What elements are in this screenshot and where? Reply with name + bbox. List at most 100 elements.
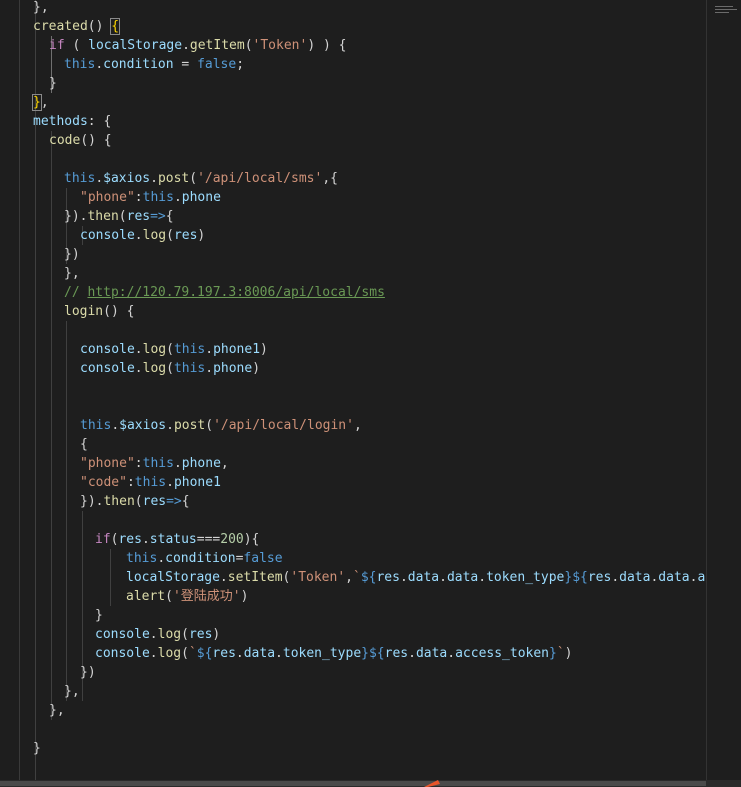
- code-line[interactable]: }).then(res=>{: [64, 207, 174, 226]
- code-token: log: [142, 342, 167, 357]
- code-area[interactable]: }, created() {if ( localStorage.getItem('…: [0, 0, 706, 780]
- code-token: 'Token': [290, 570, 346, 585]
- code-editor[interactable]: }, created() {if ( localStorage.getItem('…: [0, 0, 741, 787]
- code-token: if: [49, 38, 65, 53]
- code-token: //: [64, 285, 88, 300]
- code-line[interactable]: code() {: [49, 131, 112, 150]
- code-token: console: [95, 646, 150, 661]
- code-token: `: [188, 646, 197, 661]
- code-line[interactable]: login() {: [64, 302, 134, 321]
- code-token: ${: [572, 570, 588, 585]
- code-token: '/api/local/sms': [197, 171, 323, 186]
- code-line[interactable]: {: [80, 435, 88, 454]
- code-token: {: [165, 209, 174, 224]
- code-token: post: [157, 171, 190, 186]
- horizontal-scrollbar[interactable]: [0, 780, 741, 787]
- code-line[interactable]: this.$axios.post('/api/local/login',: [80, 416, 362, 435]
- code-token: this: [64, 57, 96, 72]
- code-token: .: [95, 171, 104, 186]
- code-token: console: [95, 627, 150, 642]
- code-line[interactable]: }: [49, 74, 57, 93]
- code-token: then: [103, 494, 135, 509]
- code-token: login: [64, 304, 104, 319]
- code-token: this: [80, 418, 112, 433]
- code-line[interactable]: }: [95, 606, 103, 625]
- code-token: .: [166, 475, 174, 490]
- code-token: data: [243, 646, 276, 661]
- code-line[interactable]: },: [33, 0, 49, 17]
- code-token: ,: [353, 418, 362, 433]
- code-line[interactable]: "phone":this.phone,: [80, 454, 229, 473]
- code-token: : {: [87, 114, 112, 129]
- code-line[interactable]: localStorage.setItem('Token',`${res.data…: [126, 568, 706, 587]
- code-token: :: [126, 475, 135, 490]
- code-token: :: [134, 456, 143, 471]
- code-line[interactable]: console.log(`${res.data.token_type}${res…: [95, 644, 573, 663]
- code-token: {: [110, 18, 121, 35]
- code-line[interactable]: alert('登陆成功'): [126, 587, 248, 606]
- code-token: (: [165, 589, 173, 604]
- code-line[interactable]: }): [64, 245, 80, 264]
- code-token: 200: [220, 532, 244, 547]
- code-token: }).: [80, 494, 104, 509]
- code-token: () {: [80, 133, 112, 148]
- code-token: log: [142, 361, 167, 376]
- code-token: phone1: [213, 342, 261, 357]
- code-line[interactable]: },: [32, 93, 49, 112]
- scrollbar-thumb[interactable]: [0, 781, 706, 786]
- code-line[interactable]: if(res.status===200){: [95, 530, 259, 549]
- code-token: .: [141, 532, 150, 547]
- code-line[interactable]: console.log(this.phone1): [80, 340, 268, 359]
- code-line[interactable]: "phone":this.phone: [80, 188, 221, 207]
- code-line[interactable]: methods: {: [33, 112, 111, 131]
- code-line[interactable]: console.log(res): [80, 226, 205, 245]
- code-token: (): [87, 19, 112, 34]
- code-token: '/api/local/login': [213, 418, 354, 433]
- code-token: (: [244, 38, 253, 53]
- code-token: created: [33, 19, 88, 34]
- code-token: phone1: [173, 475, 221, 490]
- code-token: console: [80, 342, 135, 357]
- code-token: .: [166, 418, 174, 433]
- code-token: this: [64, 171, 96, 186]
- code-token: .: [173, 456, 182, 471]
- code-line[interactable]: this.$axios.post('/api/local/sms',{: [64, 169, 338, 188]
- code-line[interactable]: },: [64, 682, 80, 701]
- code-token: log: [157, 627, 182, 642]
- code-line[interactable]: if ( localStorage.getItem('Token') ) {: [49, 36, 346, 55]
- code-line[interactable]: }): [80, 663, 96, 682]
- code-line[interactable]: this.condition = false;: [64, 55, 244, 74]
- code-token: methods: [33, 114, 88, 129]
- code-token: this: [142, 190, 174, 205]
- code-line[interactable]: created() {: [33, 17, 121, 36]
- code-token: phone: [181, 456, 221, 471]
- code-line[interactable]: // http://120.79.197.3:8006/api/local/sm…: [64, 283, 385, 302]
- code-token: "phone": [80, 456, 135, 471]
- code-token: }: [32, 94, 42, 111]
- code-token: log: [157, 646, 182, 661]
- code-token: (: [181, 627, 189, 642]
- code-token: "phone": [80, 190, 135, 205]
- code-line[interactable]: },: [64, 264, 80, 283]
- code-token: ){: [243, 532, 260, 547]
- code-token: data: [619, 570, 651, 585]
- code-token: token_type: [486, 570, 565, 585]
- minimap-panel[interactable]: [706, 0, 741, 780]
- code-token: access_token: [455, 646, 550, 661]
- code-line[interactable]: console.log(this.phone): [80, 359, 260, 378]
- code-token: console: [80, 228, 135, 243]
- code-line[interactable]: console.log(res): [95, 625, 220, 644]
- code-token: localStorage: [88, 38, 183, 53]
- code-token: res: [376, 570, 400, 585]
- code-token: data: [415, 646, 448, 661]
- code-token: .: [150, 171, 158, 186]
- code-token: this: [134, 475, 167, 490]
- code-token: ): [564, 646, 573, 661]
- code-line[interactable]: this.condition=false: [126, 549, 283, 568]
- code-token: .: [439, 570, 447, 585]
- code-line[interactable]: },: [49, 701, 65, 720]
- code-token: acc: [697, 570, 706, 585]
- code-line[interactable]: }).then(res=>{: [80, 492, 190, 511]
- code-line[interactable]: "code":this.phone1: [80, 473, 221, 492]
- code-line[interactable]: }: [33, 739, 41, 758]
